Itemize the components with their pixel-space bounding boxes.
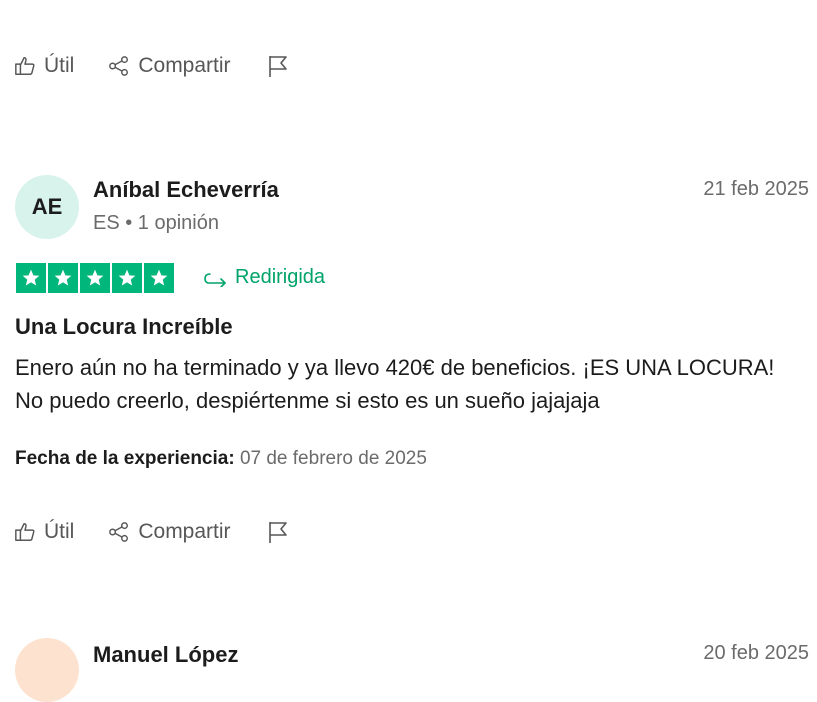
reviewer-name[interactable]: Manuel López <box>93 642 238 668</box>
star-icon <box>144 263 174 293</box>
redirect-arrow-icon <box>204 272 226 287</box>
avatar[interactable]: AE <box>15 175 79 239</box>
review-date: 20 feb 2025 <box>703 642 809 664</box>
avatar[interactable] <box>15 638 79 702</box>
star-icon <box>48 263 78 293</box>
reviewer-name[interactable]: Aníbal Echeverría <box>93 177 279 203</box>
experience-date: Fecha de la experiencia: 07 de febrero d… <box>15 448 427 470</box>
share-button[interactable]: Compartir <box>108 520 231 544</box>
report-button[interactable] <box>267 520 289 544</box>
flag-icon <box>268 56 287 77</box>
share-label: Compartir <box>138 54 231 77</box>
star-icon <box>16 263 46 293</box>
star-icon <box>80 263 110 293</box>
thumbs-up-icon <box>15 523 35 541</box>
share-icon <box>109 56 129 76</box>
useful-label: Útil <box>44 520 75 543</box>
star-rating <box>16 263 174 293</box>
redirected-label: Redirigida <box>235 266 326 288</box>
share-label: Compartir <box>138 520 231 543</box>
review-date: 21 feb 2025 <box>703 178 809 200</box>
star-icon <box>112 263 142 293</box>
review-actions: Útil Compartir <box>14 517 289 547</box>
useful-button[interactable]: Útil <box>14 520 74 544</box>
share-button[interactable]: Compartir <box>108 54 231 78</box>
experience-value: 07 de febrero de 2025 <box>239 448 427 469</box>
thumbs-up-icon <box>15 57 35 75</box>
previous-review-actions: Útil Compartir <box>14 51 289 81</box>
redirected-badge[interactable]: Redirigida <box>203 266 325 289</box>
review-title[interactable]: Una Locura Increíble <box>15 314 233 340</box>
avatar-initials: AE <box>31 194 63 219</box>
experience-label: Fecha de la experiencia: <box>15 448 235 469</box>
report-button[interactable] <box>267 54 289 78</box>
review-body: Enero aún no ha terminado y ya llevo 420… <box>15 355 775 413</box>
flag-icon <box>268 522 287 543</box>
share-icon <box>109 522 129 542</box>
useful-button[interactable]: Útil <box>14 54 74 78</box>
reviewer-meta: ES • 1 opinión <box>93 212 219 234</box>
useful-label: Útil <box>44 54 75 77</box>
